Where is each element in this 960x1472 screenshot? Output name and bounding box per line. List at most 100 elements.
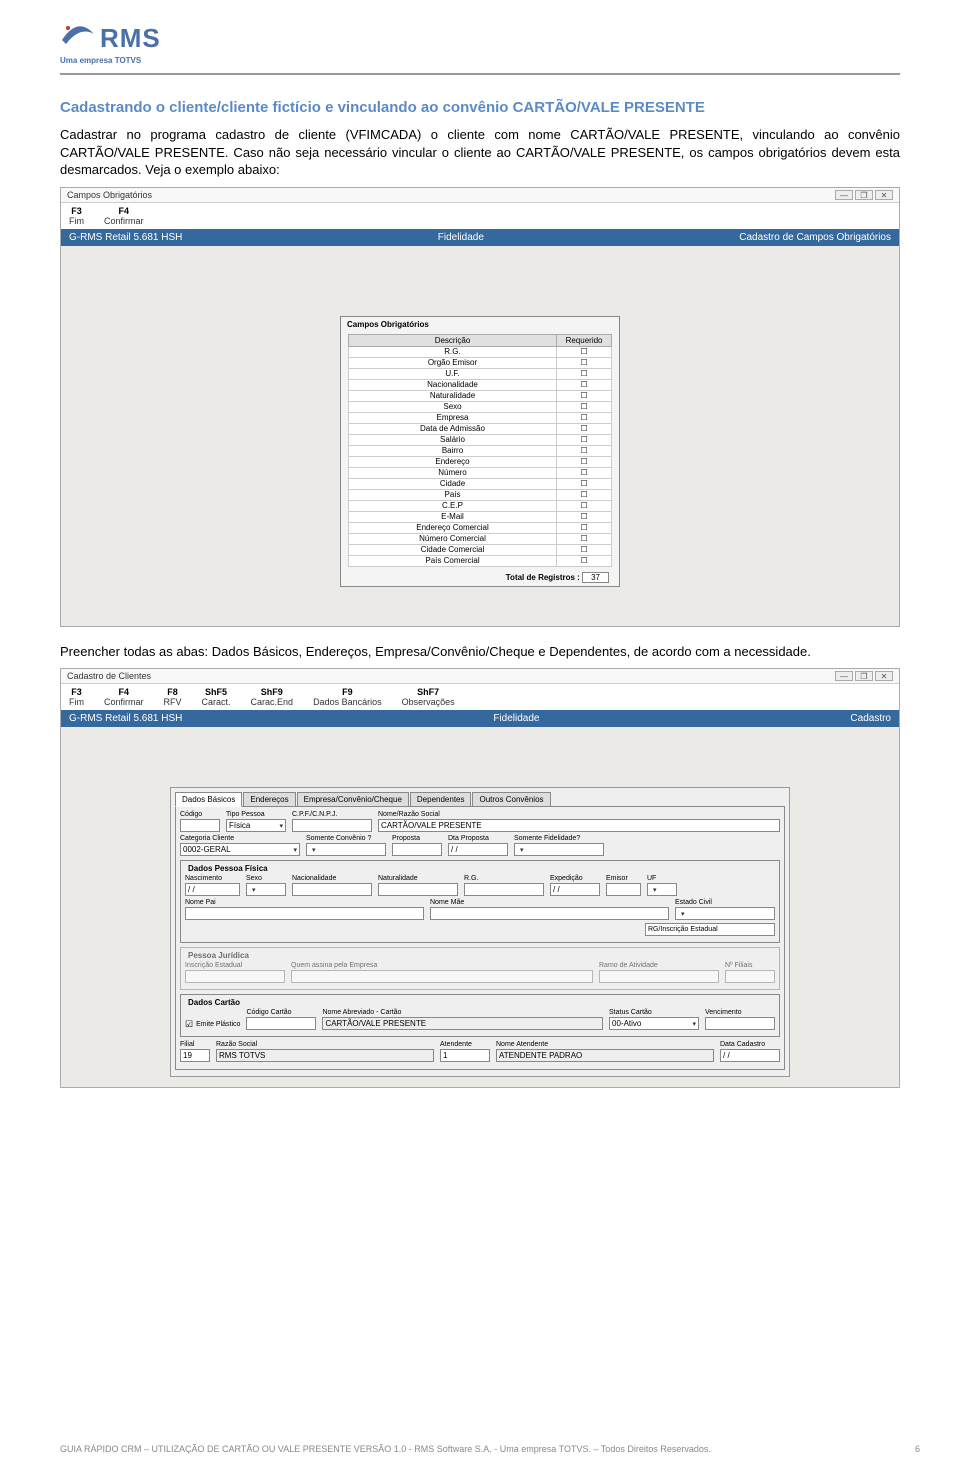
estado-civil-select[interactable] — [675, 907, 775, 920]
requerido-checkbox[interactable] — [557, 500, 612, 511]
fkey-f8[interactable]: F8RFV — [164, 687, 182, 707]
tab-dados-b-sicos[interactable]: Dados Básicos — [175, 792, 242, 807]
naturalidade-input[interactable] — [378, 883, 458, 896]
cadastro-clientes-window: Cadastro de Clientes — ❐ ✕ F3Fim F4Confir… — [60, 668, 900, 1088]
rg-inscricao-button[interactable]: RG/Inscrição Estadual — [645, 923, 775, 936]
proposta-input[interactable] — [392, 843, 442, 856]
requerido-checkbox[interactable] — [557, 456, 612, 467]
codigo-cartao-input[interactable] — [246, 1017, 316, 1030]
label-somente-convenio: Somente Convênio ? — [306, 835, 386, 842]
fkey-shf7[interactable]: ShF7Observações — [402, 687, 455, 707]
tab-outros-conv-nios[interactable]: Outros Convênios — [472, 792, 550, 807]
campos-table: Descrição Requerido R.G.Orgão EmisorU.F.… — [348, 334, 612, 567]
requerido-checkbox[interactable] — [557, 357, 612, 368]
logo-text: RMS — [100, 23, 161, 54]
somente-convenio-select[interactable] — [306, 843, 386, 856]
dta-proposta-input[interactable]: / / — [448, 843, 508, 856]
fieldset-pessoa-juridica: Pessoa Jurídica — [185, 951, 252, 960]
vencimento-input[interactable] — [705, 1017, 775, 1030]
maximize-button[interactable]: ❐ — [855, 671, 873, 681]
inscricao-estadual-input — [185, 970, 285, 983]
tab-empresa-conv-nio-cheque[interactable]: Empresa/Convênio/Cheque — [297, 792, 409, 807]
label-uf: UF — [647, 875, 677, 882]
total-value: 37 — [582, 572, 609, 583]
requerido-checkbox[interactable] — [557, 478, 612, 489]
label-nome: Nome/Razão Social — [378, 811, 780, 818]
close-button[interactable]: ✕ — [875, 190, 893, 200]
somente-fidelidade-select[interactable] — [514, 843, 604, 856]
requerido-checkbox[interactable] — [557, 401, 612, 412]
table-row: País — [348, 489, 611, 500]
requerido-checkbox[interactable] — [557, 533, 612, 544]
emite-plastico-checkbox[interactable]: Emite Plástico — [185, 1019, 240, 1030]
requerido-checkbox[interactable] — [557, 467, 612, 478]
label-nacionalidade: Nacionalidade — [292, 875, 372, 882]
label-codigo-cartao: Código Cartão — [246, 1009, 316, 1016]
section-heading: Cadastrando o cliente/cliente fictício e… — [60, 99, 900, 116]
nome-mae-input[interactable] — [430, 907, 669, 920]
atendente-input[interactable]: 1 — [440, 1049, 490, 1062]
nome-pai-input[interactable] — [185, 907, 424, 920]
label-atendente: Atendente — [440, 1041, 490, 1048]
table-row: Bairro — [348, 445, 611, 456]
fkey-f3[interactable]: F3Fim — [69, 206, 84, 226]
table-row: Naturalidade — [348, 390, 611, 401]
tab-endere-os[interactable]: Endereços — [243, 792, 295, 807]
nome-input[interactable]: CARTÃO/VALE PRESENTE — [378, 819, 780, 832]
requerido-checkbox[interactable] — [557, 555, 612, 566]
categoria-select[interactable]: 0002-GERAL — [180, 843, 300, 856]
nome-atendente-input: ATENDENTE PADRAO — [496, 1049, 714, 1062]
tipo-pessoa-select[interactable]: Física — [226, 819, 286, 832]
expedicao-input[interactable]: / / — [550, 883, 600, 896]
tab-dependentes[interactable]: Dependentes — [410, 792, 472, 807]
nascimento-input[interactable]: / / — [185, 883, 240, 896]
table-row: País Comercial — [348, 555, 611, 566]
minimize-button[interactable]: — — [835, 671, 853, 681]
requerido-checkbox[interactable] — [557, 522, 612, 533]
rg-input[interactable] — [464, 883, 544, 896]
fkey-f4[interactable]: F4Confirmar — [104, 206, 144, 226]
label-tipo-pessoa: Tipo Pessoa — [226, 811, 286, 818]
window-title: Cadastro de Clientes — [67, 671, 151, 681]
table-row: U.F. — [348, 368, 611, 379]
maximize-button[interactable]: ❐ — [855, 190, 873, 200]
fkey-f3[interactable]: F3Fim — [69, 687, 84, 707]
status-cartao-select[interactable]: 00-Ativo — [609, 1017, 699, 1030]
label-nome-atendente: Nome Atendente — [496, 1041, 714, 1048]
nacionalidade-input[interactable] — [292, 883, 372, 896]
requerido-checkbox[interactable] — [557, 434, 612, 445]
requerido-checkbox[interactable] — [557, 346, 612, 357]
label-cpf: C.P.F./C.N.P.J. — [292, 811, 372, 818]
uf-select[interactable] — [647, 883, 677, 896]
requerido-checkbox[interactable] — [557, 379, 612, 390]
codigo-input[interactable] — [180, 819, 220, 832]
table-row: Cidade Comercial — [348, 544, 611, 555]
label-somente-fidelidade: Somente Fidelidade? — [514, 835, 604, 842]
requerido-checkbox[interactable] — [557, 368, 612, 379]
fkey-shf9[interactable]: ShF9Carac.End — [251, 687, 294, 707]
close-button[interactable]: ✕ — [875, 671, 893, 681]
fkey-shf5[interactable]: ShF5Caract. — [202, 687, 231, 707]
data-cadastro-input[interactable]: / / — [720, 1049, 780, 1062]
requerido-checkbox[interactable] — [557, 412, 612, 423]
requerido-checkbox[interactable] — [557, 423, 612, 434]
fkey-f9[interactable]: F9Dados Bancários — [313, 687, 382, 707]
sexo-select[interactable] — [246, 883, 286, 896]
emissor-input[interactable] — [606, 883, 641, 896]
quem-assina-input — [291, 970, 593, 983]
fkey-f4[interactable]: F4Confirmar — [104, 687, 144, 707]
bluebar-right: Cadastro — [850, 713, 891, 724]
campos-obrigatorios-window: Campos Obrigatórios — ❐ ✕ F3Fim F4Confirm… — [60, 187, 900, 627]
requerido-checkbox[interactable] — [557, 511, 612, 522]
requerido-checkbox[interactable] — [557, 544, 612, 555]
requerido-checkbox[interactable] — [557, 489, 612, 500]
requerido-checkbox[interactable] — [557, 445, 612, 456]
minimize-button[interactable]: — — [835, 190, 853, 200]
campos-panel: Campos Obrigatórios Descrição Requerido … — [340, 316, 620, 587]
window-title: Campos Obrigatórios — [67, 190, 152, 200]
cpf-input[interactable] — [292, 819, 372, 832]
label-naturalidade: Naturalidade — [378, 875, 458, 882]
requerido-checkbox[interactable] — [557, 390, 612, 401]
table-row: Data de Admissão — [348, 423, 611, 434]
filial-input[interactable]: 19 — [180, 1049, 210, 1062]
